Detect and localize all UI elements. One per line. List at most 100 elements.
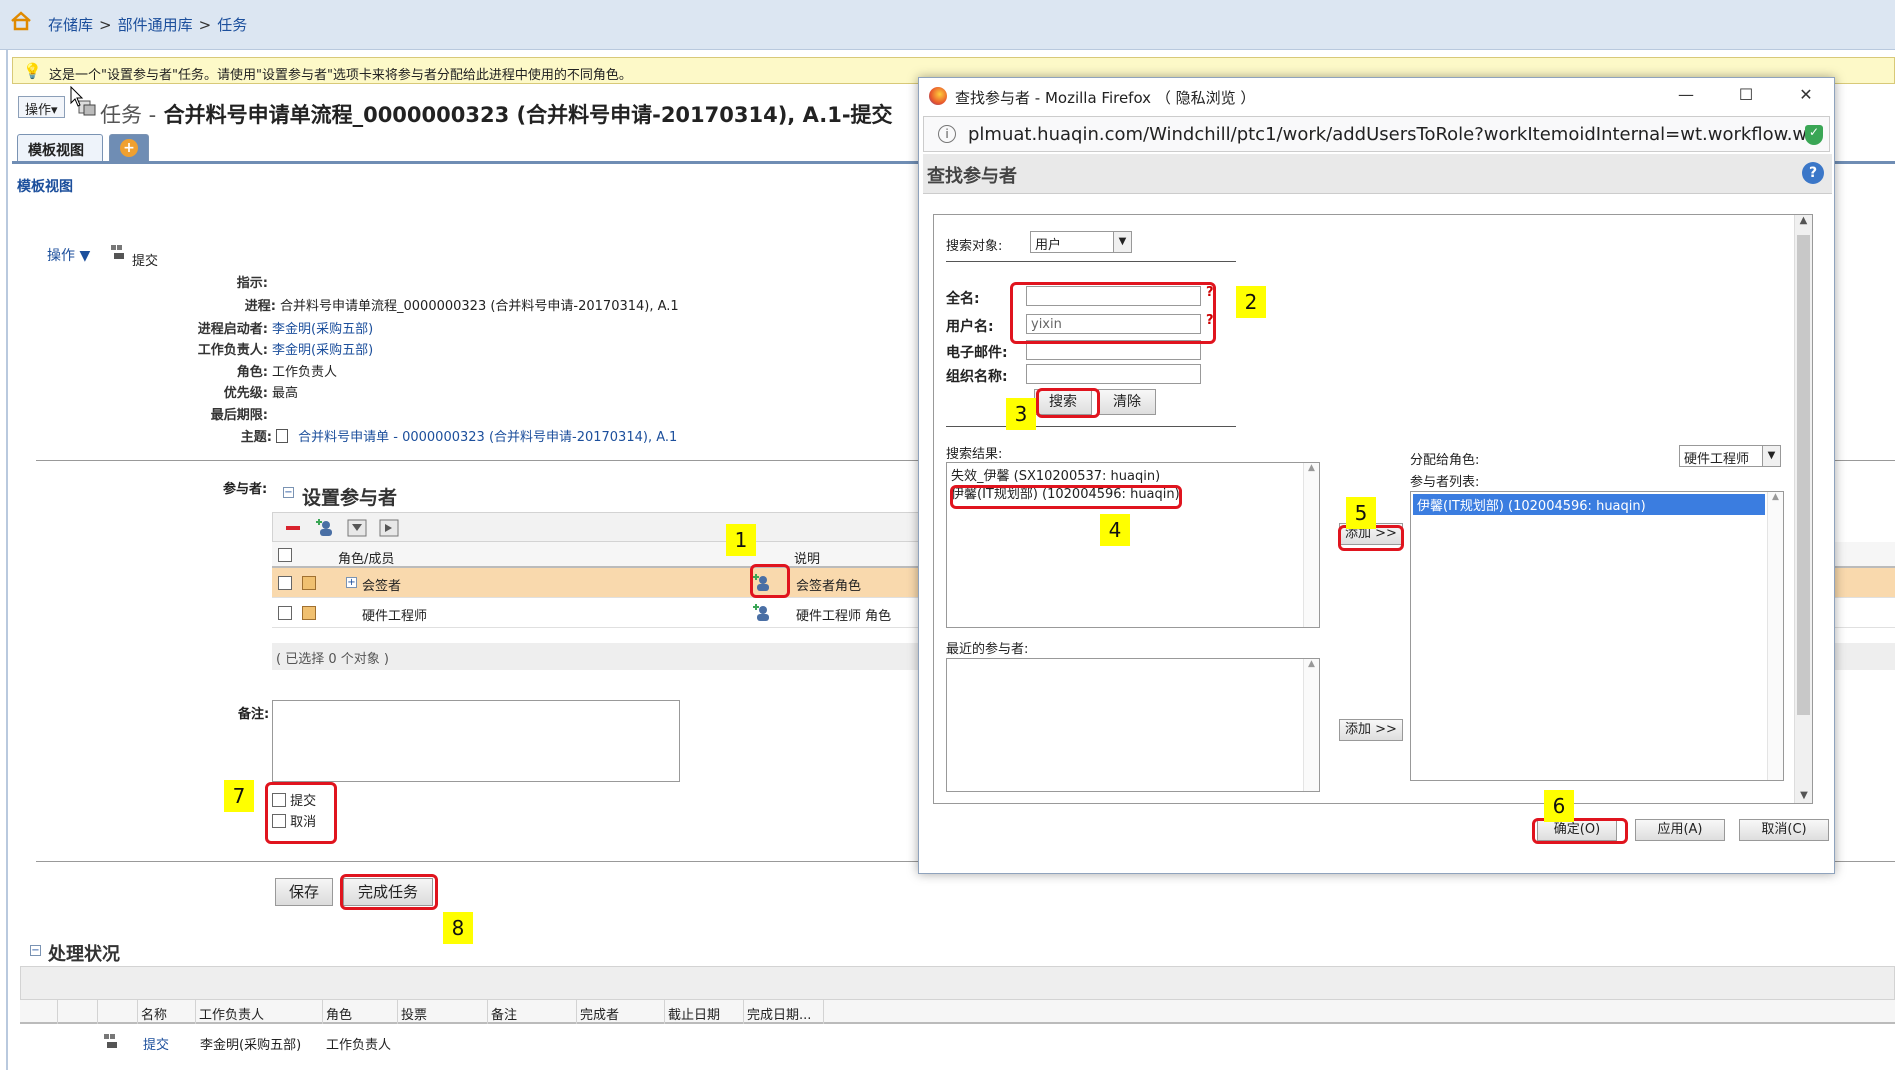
minimize-icon[interactable]: — xyxy=(1666,82,1706,108)
add-user-icon[interactable] xyxy=(752,604,772,622)
role-field: 角色: 工作负责人 xyxy=(237,361,338,380)
dialog-titlebar: 查找参与者 - Mozilla Firefox （ 隐私浏览 ） — ☐ ✕ xyxy=(919,78,1834,114)
breadcrumb-repository[interactable]: 存储库 xyxy=(48,16,93,34)
status-col-owner: 工作负责人 xyxy=(196,1000,323,1024)
collapse-icon[interactable]: − xyxy=(30,945,41,956)
annotation-number: 2 xyxy=(1236,286,1266,318)
list-scrollbar[interactable]: ▲ xyxy=(1767,492,1783,780)
cancel-button[interactable]: 取消(C) xyxy=(1739,819,1829,841)
subject-link[interactable]: 合并料号申请单 - 0000000323 (合并料号申请-20170314), … xyxy=(298,430,677,445)
expand-icon[interactable] xyxy=(379,519,399,537)
status-toolbar xyxy=(20,966,1895,1000)
row-checkbox[interactable] xyxy=(278,606,292,620)
list-scrollbar[interactable]: ▲ xyxy=(1303,659,1319,791)
help-icon[interactable]: ? xyxy=(1802,162,1824,184)
row-icon xyxy=(302,576,316,590)
status-col-icon xyxy=(98,1000,138,1024)
process-status-title: 处理状况 xyxy=(48,944,120,965)
owner-link[interactable]: 李金明(采购五部) xyxy=(272,343,373,358)
row-icon xyxy=(302,606,316,620)
select-all-checkbox[interactable] xyxy=(278,548,292,562)
actions-menu[interactable]: 操作 ▼ xyxy=(47,245,90,265)
annotation-number: 7 xyxy=(224,780,254,812)
apply-button[interactable]: 应用(A) xyxy=(1635,819,1725,841)
add-user-icon[interactable] xyxy=(315,519,335,537)
save-button[interactable]: 保存 xyxy=(275,878,333,906)
role-desc: 会签者角色 xyxy=(796,579,862,594)
ops-menu-button[interactable]: 操作▾ xyxy=(18,96,65,118)
assign-role-label: 分配给角色: xyxy=(1410,453,1480,468)
breadcrumb-bar: 存储库 > 部件通用库 > 任务 xyxy=(0,0,1895,50)
expand-row-icon[interactable]: + xyxy=(346,577,357,588)
scroll-up-icon[interactable]: ▲ xyxy=(1795,215,1812,226)
scrollbar-thumb[interactable] xyxy=(1797,235,1810,715)
breadcrumb-parts-library[interactable]: 部件通用库 xyxy=(118,16,193,34)
instructions-label: 指示: xyxy=(236,276,268,291)
add-recent-button[interactable]: 添加 >> xyxy=(1339,719,1403,741)
results-label: 搜索结果: xyxy=(946,447,1003,462)
assign-role-select[interactable]: 硬件工程师 ▼ xyxy=(1679,445,1781,467)
list-scrollbar[interactable]: ▲ xyxy=(1303,463,1319,627)
clear-button[interactable]: 清除 xyxy=(1098,389,1156,415)
email-label: 电子邮件: xyxy=(946,345,1008,361)
maximize-icon[interactable]: ☐ xyxy=(1726,82,1766,108)
participants-toolbar xyxy=(272,512,922,542)
participant-list-label: 参与者列表: xyxy=(1410,475,1480,490)
home-icon[interactable] xyxy=(10,11,32,31)
tab-template-view[interactable]: 模板视图 xyxy=(17,134,103,162)
scroll-down-icon[interactable]: ▼ xyxy=(1795,790,1813,801)
plus-icon: + xyxy=(120,139,138,157)
page-title: 任务 - 合并料号申请单流程_0000000323 (合并料号申请-201703… xyxy=(100,99,893,129)
annotation-number: 1 xyxy=(726,524,756,556)
breadcrumb-sep: > xyxy=(198,16,212,34)
participant-list[interactable]: 伊馨(IT规划部) (102004596: huaqin) ▲ xyxy=(1410,491,1784,781)
activity-name: 提交 xyxy=(132,254,159,269)
starter-link[interactable]: 李金明(采购五部) xyxy=(272,322,373,337)
dialog-header: 查找参与者 ? xyxy=(923,154,1832,194)
role-label: 角色: xyxy=(236,365,268,380)
close-icon[interactable]: ✕ xyxy=(1786,82,1826,108)
task-label: 任务 - xyxy=(100,103,157,127)
remove-icon[interactable] xyxy=(283,519,303,537)
status-col-vote: 投票 xyxy=(398,1000,488,1024)
breadcrumb: 存储库 > 部件通用库 > 任务 xyxy=(48,14,247,35)
filter-icon[interactable] xyxy=(347,519,367,537)
annotation-box xyxy=(1010,282,1216,344)
url-bar[interactable]: i plmuat.huaqin.com/Windchill/ptc1/work/… xyxy=(923,116,1830,152)
participants-title: 设置参与者 xyxy=(302,487,398,509)
status-task-link[interactable]: 提交 xyxy=(143,1034,169,1053)
participants-label: 参与者: xyxy=(223,482,268,497)
annotation-number: 5 xyxy=(1346,497,1376,529)
assign-role-value: 硬件工程师 xyxy=(1684,452,1750,467)
role-name: 会签者 xyxy=(362,579,402,594)
process-value: 合并料号申请单流程_0000000323 (合并料号申请-20170314), … xyxy=(280,299,679,314)
subject-field: 主题: 合并料号申请单 - 0000000323 (合并料号申请-2017031… xyxy=(241,426,677,445)
annotation-box xyxy=(1036,388,1100,418)
notes-textarea[interactable] xyxy=(272,700,680,782)
breadcrumb-task[interactable]: 任务 xyxy=(217,16,247,34)
process-label: 进程: xyxy=(244,299,276,314)
role-value: 工作负责人 xyxy=(272,365,338,380)
list-item[interactable]: 失效_伊馨 (SX10200537: huaqin) xyxy=(951,465,1160,484)
status-owner: 李金明(采购五部) xyxy=(200,1038,302,1053)
url-text[interactable]: plmuat.huaqin.com/Windchill/ptc1/work/ad… xyxy=(968,124,1808,145)
dialog-scrollbar[interactable]: ▲ ▼ xyxy=(1794,215,1812,803)
recent-participants-list[interactable]: ▲ xyxy=(946,658,1320,792)
notes-label: 备注: xyxy=(238,707,270,722)
search-target-label: 搜索对象: xyxy=(946,239,1003,254)
add-tab-button[interactable]: + xyxy=(109,134,149,162)
role-name: 硬件工程师 xyxy=(362,609,428,624)
search-target-select[interactable]: 用户 ▼ xyxy=(1030,231,1132,253)
annotation-box xyxy=(265,782,337,844)
collapse-icon[interactable]: − xyxy=(283,487,294,498)
firefox-icon xyxy=(929,87,947,105)
section-label[interactable]: 模板视图 xyxy=(17,176,73,196)
dialog-header-title: 查找参与者 xyxy=(927,166,1017,187)
priority-label: 优先级: xyxy=(223,386,268,401)
subject-label: 主题: xyxy=(240,430,272,445)
row-checkbox[interactable] xyxy=(278,576,292,590)
table-row[interactable]: 提交 李金明(采购五部) 工作负责人 xyxy=(20,1026,1895,1056)
info-icon[interactable]: i xyxy=(938,125,956,143)
org-input[interactable] xyxy=(1026,364,1201,384)
list-item[interactable]: 伊馨(IT规划部) (102004596: huaqin) xyxy=(1413,494,1765,515)
